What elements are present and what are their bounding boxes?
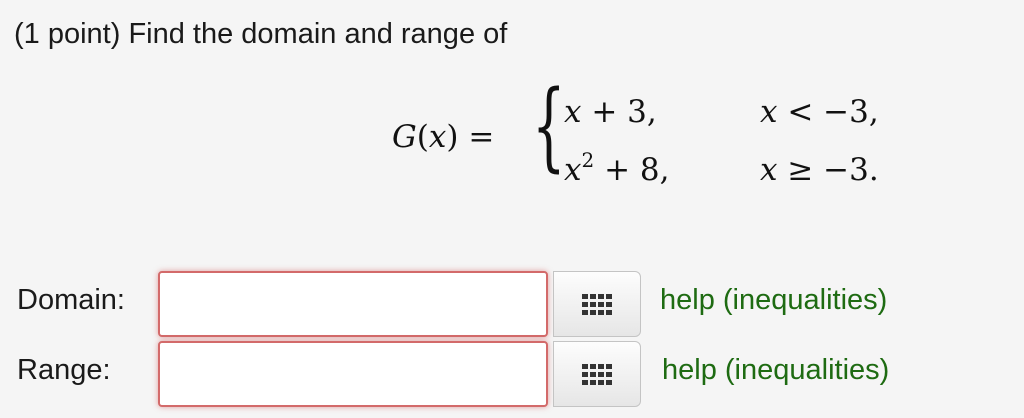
lhs-close-paren: ) bbox=[446, 119, 459, 155]
case-1-expression-rest: + 3, bbox=[581, 94, 657, 130]
case-2-condition-variable: x bbox=[760, 152, 778, 188]
case-2-condition-rest: ≥ −3. bbox=[777, 152, 879, 188]
function-variable: x bbox=[428, 119, 447, 155]
case-1-condition: x < −3, bbox=[760, 94, 879, 130]
range-palette-button[interactable] bbox=[553, 341, 641, 407]
case-2-condition: x ≥ −3. bbox=[760, 152, 879, 188]
domain-input[interactable] bbox=[158, 271, 548, 337]
case-1-condition-variable: x bbox=[760, 94, 778, 130]
domain-palette-button[interactable] bbox=[553, 271, 641, 337]
case-2-variable: x bbox=[564, 152, 582, 188]
piecewise-function: G(x) = { x + 3, x < −3, x2 + 8, x ≥ −3. bbox=[392, 78, 912, 198]
grid-icon bbox=[582, 364, 612, 385]
case-1-variable: x bbox=[564, 94, 582, 130]
left-brace: { bbox=[532, 70, 566, 182]
domain-help-link[interactable]: help (inequalities) bbox=[660, 284, 887, 317]
case-1-expression: x + 3, bbox=[564, 94, 657, 130]
lhs-open-paren: ( bbox=[416, 119, 429, 155]
range-input[interactable] bbox=[158, 341, 548, 407]
function-name: G bbox=[392, 119, 417, 155]
equals-sign: = bbox=[468, 119, 495, 155]
case-2-expression-rest: + 8, bbox=[594, 152, 670, 188]
case-2-exponent: 2 bbox=[581, 148, 595, 172]
case-2-expression: x2 + 8, bbox=[564, 150, 670, 188]
problem-prompt: (1 point) Find the domain and range of bbox=[14, 18, 508, 50]
domain-label: Domain: bbox=[17, 284, 125, 316]
grid-icon bbox=[582, 294, 612, 315]
range-label: Range: bbox=[17, 354, 111, 386]
case-1-condition-rest: < −3, bbox=[777, 94, 879, 130]
problem-page: (1 point) Find the domain and range of G… bbox=[0, 0, 1024, 418]
function-lhs: G(x) = bbox=[392, 119, 494, 155]
range-help-link[interactable]: help (inequalities) bbox=[662, 354, 889, 387]
